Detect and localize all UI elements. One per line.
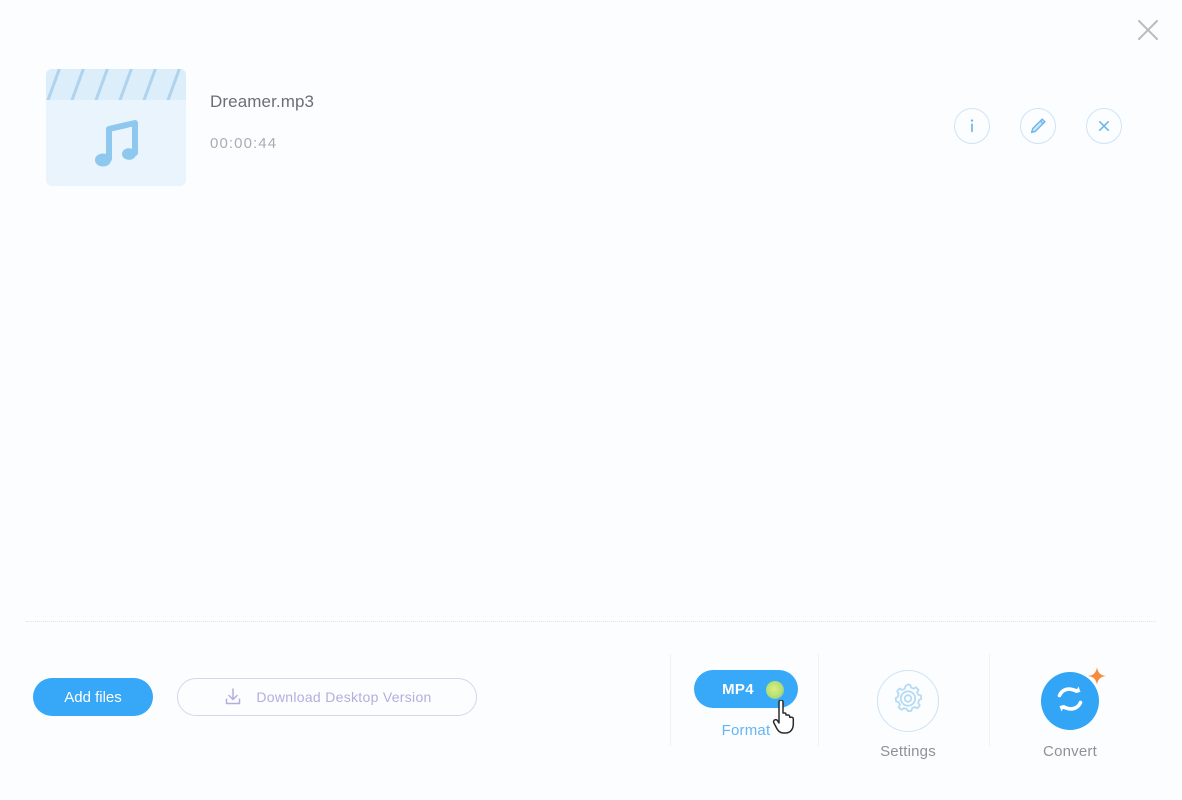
toolbar-divider [818, 654, 819, 746]
file-thumbnail [46, 69, 186, 186]
close-circle-icon [1094, 116, 1114, 136]
convert-label: Convert [1043, 743, 1097, 760]
download-icon [222, 686, 244, 708]
convert-button[interactable]: Convert [1030, 667, 1110, 760]
format-hover-glow [766, 681, 784, 699]
toolbar-divider [989, 654, 990, 746]
close-icon [1135, 17, 1161, 43]
section-divider [26, 621, 1156, 622]
download-desktop-version-button[interactable]: Download Desktop Version [177, 678, 477, 716]
settings-button[interactable]: Settings [872, 670, 944, 760]
settings-label: Settings [880, 743, 936, 760]
gear-circle [877, 670, 939, 732]
download-desktop-version-label: Download Desktop Version [256, 689, 432, 705]
file-list-item[interactable]: Dreamer.mp3 00:00:44 [0, 62, 1182, 197]
convert-sync-icon [1051, 680, 1089, 723]
info-icon [962, 116, 982, 136]
format-label: Format [721, 722, 771, 739]
pencil-icon [1028, 116, 1048, 136]
clapperboard-top-icon [46, 69, 186, 100]
file-name: Dreamer.mp3 [210, 92, 315, 111]
format-selector[interactable]: MP4 Format [694, 670, 798, 739]
file-edit-button[interactable] [1020, 108, 1056, 144]
file-duration: 00:00:44 [210, 135, 278, 152]
file-info-button[interactable] [954, 108, 990, 144]
file-meta: Dreamer.mp3 00:00:44 [210, 92, 314, 153]
file-remove-button[interactable] [1086, 108, 1122, 144]
window-close-button[interactable] [1126, 8, 1170, 52]
toolbar-divider [670, 654, 671, 746]
file-action-buttons [954, 108, 1122, 144]
format-pill[interactable]: MP4 [694, 670, 798, 708]
bottom-toolbar: Add files Download Desktop Version MP4 F… [0, 640, 1182, 800]
add-files-button[interactable]: Add files [33, 678, 153, 716]
format-value: MP4 [722, 680, 754, 698]
sparkle-icon [1087, 666, 1107, 691]
gear-icon [889, 680, 927, 723]
music-note-icon [89, 115, 143, 171]
